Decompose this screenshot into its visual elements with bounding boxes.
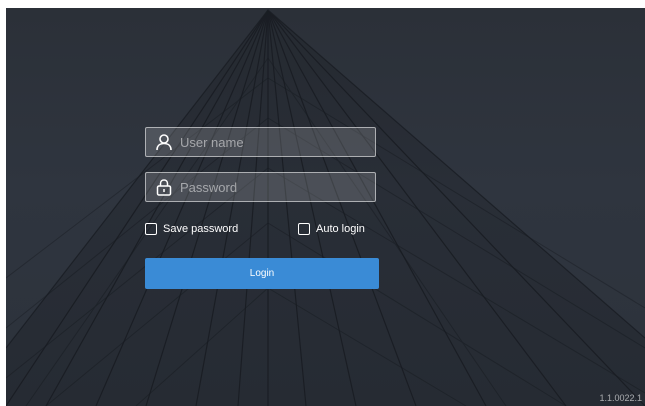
auto-login-checkbox[interactable]: Auto login [298, 223, 365, 235]
password-field[interactable] [145, 172, 376, 202]
save-password-checkbox[interactable]: Save password [145, 223, 238, 235]
lock-icon [150, 173, 178, 201]
save-password-checkbox-box[interactable] [145, 223, 157, 235]
auto-login-checkbox-box[interactable] [298, 223, 310, 235]
password-input[interactable] [178, 174, 375, 200]
login-button[interactable]: Login [145, 258, 379, 289]
version-label: 1.1.0022.1 [599, 393, 642, 403]
username-field[interactable] [145, 127, 376, 157]
background-building-image [6, 8, 645, 406]
building-lines [6, 9, 645, 406]
user-icon [150, 128, 178, 156]
username-input[interactable] [178, 129, 375, 155]
login-options: Save password Auto login [145, 223, 379, 239]
auto-login-label[interactable]: Auto login [316, 223, 365, 235]
save-password-label[interactable]: Save password [163, 223, 238, 235]
login-screen: Save password Auto login Login 1.1.0022.… [0, 0, 645, 406]
